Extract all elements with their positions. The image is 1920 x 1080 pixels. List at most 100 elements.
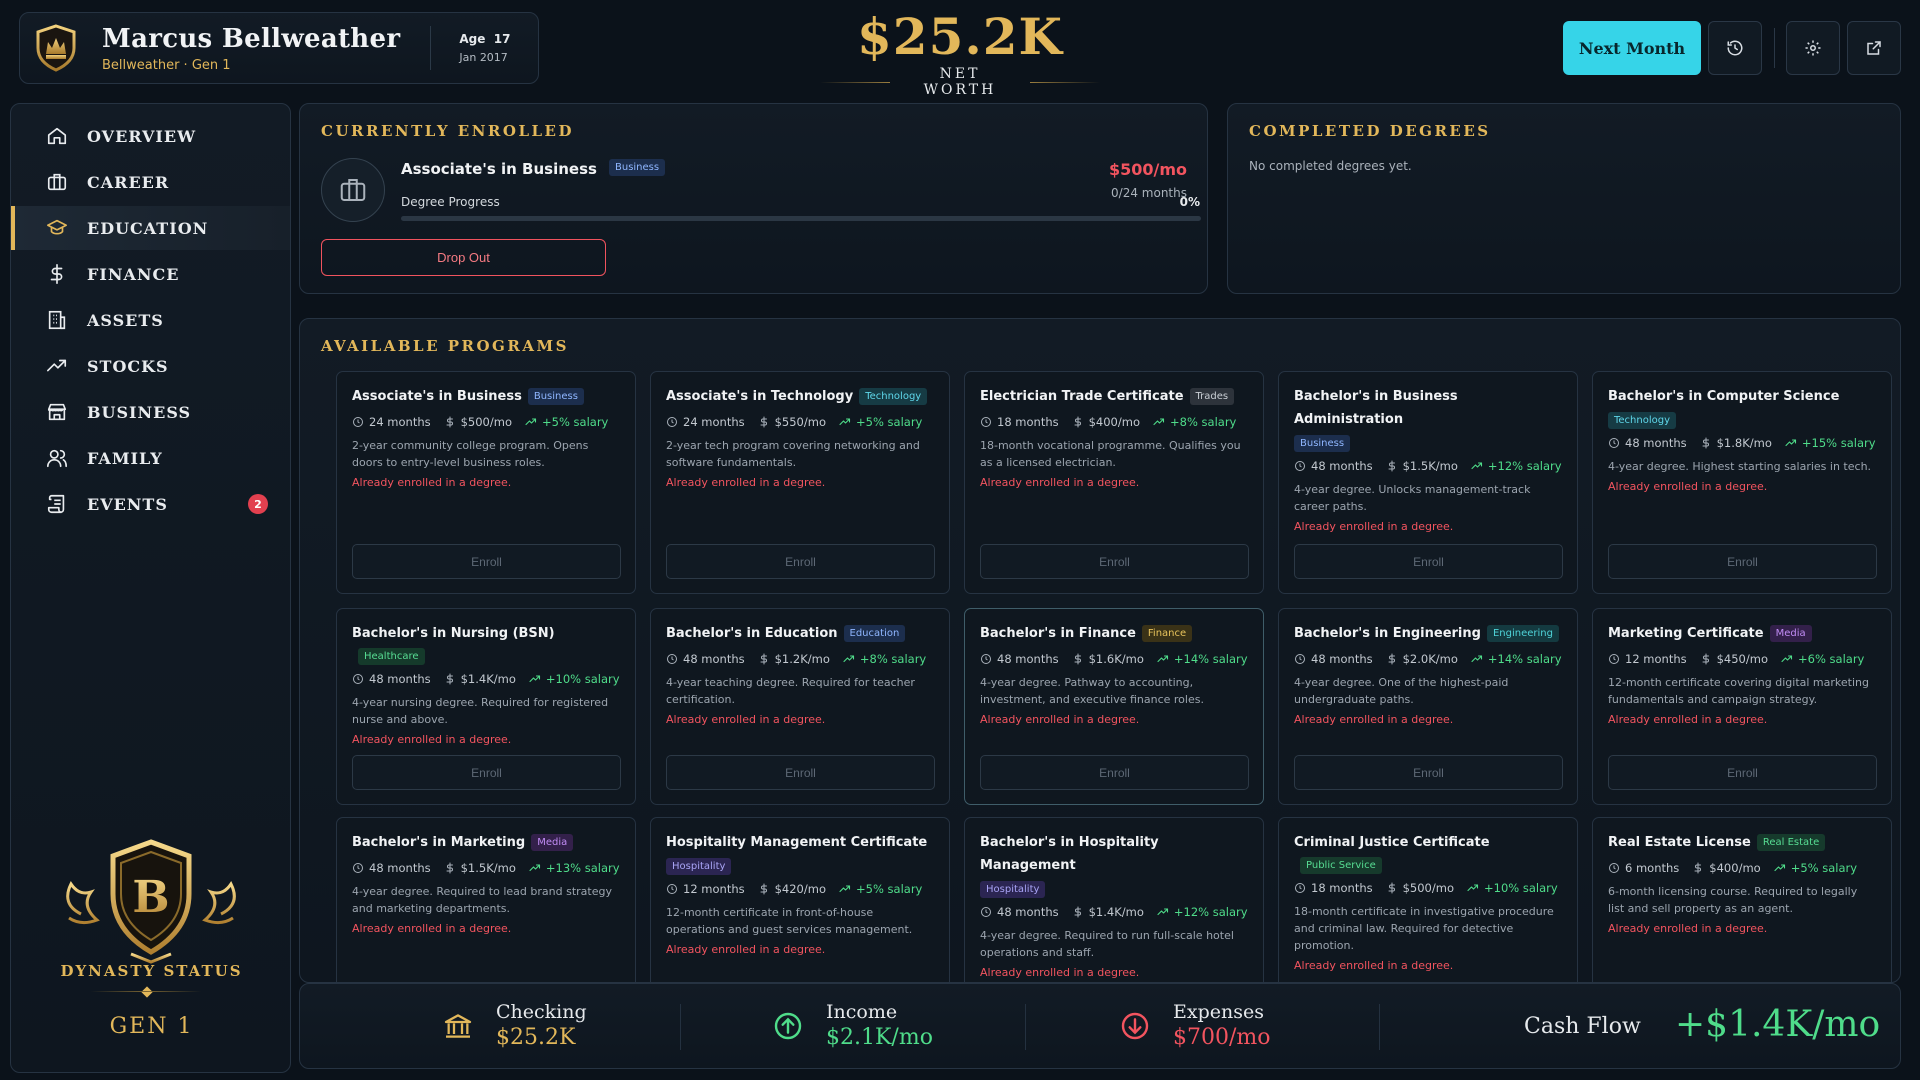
program-card: Associate's in Technology Technology 24 mo… bbox=[650, 371, 950, 594]
graduation-cap-icon bbox=[45, 216, 69, 240]
program-months: 24 months bbox=[683, 415, 745, 429]
expenses-value: $700/mo bbox=[1173, 1025, 1271, 1050]
program-header: Electrician Trade Certificate Trades bbox=[980, 385, 1248, 408]
dynasty-status-label: DYNASTY STATUS bbox=[60, 962, 243, 980]
program-duration: 12 months bbox=[666, 882, 745, 896]
external-link-button[interactable] bbox=[1847, 21, 1901, 75]
enrolled-cost: $500/mo bbox=[1108, 160, 1187, 179]
program-card: Associate's in Business Business 24 months… bbox=[336, 371, 636, 594]
program-warning: Already enrolled in a degree. bbox=[1608, 713, 1768, 726]
enroll-button[interactable]: Enroll bbox=[980, 544, 1249, 579]
footer-divider bbox=[1379, 1004, 1380, 1050]
sidebar-item-business[interactable]: BUSINESS bbox=[11, 390, 290, 434]
category-tag: Business bbox=[1294, 435, 1351, 452]
program-card: Bachelor's in Hospitality Management Hosp… bbox=[964, 817, 1264, 982]
program-header: Bachelor's in Nursing (BSN) Healthcare bbox=[352, 622, 620, 665]
program-cost: $1.5K/mo bbox=[444, 861, 516, 875]
program-header: Criminal Justice Certificate Public Servi… bbox=[1294, 831, 1562, 874]
program-description: 12-month certificate in front-of-house o… bbox=[666, 906, 913, 936]
enroll-button[interactable]: Enroll bbox=[666, 755, 935, 790]
sidebar-item-finance[interactable]: FINANCE bbox=[11, 252, 290, 296]
program-card: Real Estate License Real Estate 6 months $4… bbox=[1592, 817, 1892, 982]
program-warning: Already enrolled in a degree. bbox=[1608, 922, 1768, 935]
program-salary: +12% salary bbox=[1157, 905, 1248, 919]
program-card: Hospitality Management Certificate Hospit… bbox=[650, 817, 950, 982]
program-months: 48 months bbox=[997, 652, 1059, 666]
enroll-button[interactable]: Enroll bbox=[666, 544, 935, 579]
next-month-button[interactable]: Next Month bbox=[1563, 21, 1701, 75]
trend-up-icon bbox=[525, 418, 537, 426]
clock-icon bbox=[353, 863, 363, 873]
program-card: Bachelor's in Computer Science Technology… bbox=[1592, 371, 1892, 594]
program-months: 48 months bbox=[1311, 459, 1373, 473]
program-cost: $1.6K/mo bbox=[1072, 652, 1144, 666]
settings-button[interactable] bbox=[1786, 21, 1840, 75]
clock-icon bbox=[667, 417, 677, 427]
history-icon bbox=[1727, 40, 1743, 56]
program-cost-value: $550/mo bbox=[774, 415, 826, 429]
program-meta: 18 months $500/mo +10% salary bbox=[1294, 881, 1562, 895]
dollar-icon bbox=[446, 862, 453, 874]
program-salary-value: +13% salary bbox=[545, 861, 620, 875]
enroll-button[interactable]: Enroll bbox=[352, 544, 621, 579]
program-meta: 48 months $1.6K/mo +14% salary bbox=[980, 652, 1248, 666]
cash-flow-label: Cash Flow bbox=[1524, 1014, 1641, 1039]
enroll-button[interactable]: Enroll bbox=[352, 755, 621, 790]
category-tag: Finance bbox=[1141, 625, 1193, 642]
dollar-icon bbox=[45, 262, 69, 286]
program-salary: +5% salary bbox=[839, 415, 922, 429]
section-title: AVAILABLE PROGRAMS bbox=[321, 337, 569, 355]
arrow-down-circle-icon bbox=[1117, 1008, 1153, 1044]
clock-icon bbox=[667, 884, 677, 894]
gear-icon bbox=[1805, 40, 1821, 56]
program-cost: $1.4K/mo bbox=[444, 672, 516, 686]
program-cost: $1.2K/mo bbox=[758, 652, 830, 666]
enroll-button[interactable]: Enroll bbox=[1608, 544, 1877, 579]
sidebar-item-assets[interactable]: ASSETS bbox=[11, 298, 290, 342]
program-salary-value: +15% salary bbox=[1801, 436, 1876, 450]
category-tag: Engineering bbox=[1486, 625, 1559, 642]
enroll-button[interactable]: Enroll bbox=[1294, 755, 1563, 790]
program-header: Real Estate License Real Estate bbox=[1608, 831, 1876, 854]
clock-icon bbox=[981, 907, 991, 917]
enroll-button[interactable]: Enroll bbox=[980, 755, 1249, 790]
sidebar-item-education[interactable]: EDUCATION bbox=[11, 206, 290, 250]
program-salary-value: +8% salary bbox=[859, 652, 927, 666]
category-tag: Hospitality bbox=[980, 881, 1046, 898]
program-salary-value: +12% salary bbox=[1487, 459, 1562, 473]
category-tag: Healthcare bbox=[358, 648, 425, 665]
drop-out-button[interactable]: Drop Out bbox=[321, 239, 606, 276]
footer-divider bbox=[1025, 1004, 1026, 1050]
program-header: Hospitality Management Certificate Hospit… bbox=[666, 831, 934, 875]
footer-divider bbox=[680, 1004, 681, 1050]
checking-label: Checking bbox=[496, 1001, 587, 1023]
program-name: Hospitality Management Certificate bbox=[666, 835, 928, 850]
sidebar-item-family[interactable]: FAMILY bbox=[11, 436, 290, 480]
program-duration: 24 months bbox=[666, 415, 745, 429]
program-meta: 12 months $420/mo +5% salary bbox=[666, 882, 934, 896]
program-salary: +5% salary bbox=[1774, 861, 1857, 875]
clock-icon bbox=[1295, 654, 1305, 664]
program-cost-value: $400/mo bbox=[1709, 861, 1761, 875]
dollar-icon bbox=[1702, 653, 1709, 665]
program-name: Criminal Justice Certificate bbox=[1294, 835, 1490, 850]
dollar-icon bbox=[1694, 862, 1702, 874]
program-name: Associate's in Business bbox=[352, 389, 522, 404]
history-button[interactable] bbox=[1708, 21, 1762, 75]
enroll-button[interactable]: Enroll bbox=[1294, 544, 1563, 579]
degree-progress-bar bbox=[401, 216, 1201, 221]
enroll-button[interactable]: Enroll bbox=[1608, 755, 1877, 790]
sidebar-item-overview[interactable]: OVERVIEW bbox=[11, 114, 290, 158]
program-salary-value: +5% salary bbox=[856, 882, 923, 896]
program-cost-value: $1.4K/mo bbox=[460, 672, 516, 686]
program-card: Bachelor's in Business Administration Bus… bbox=[1278, 371, 1578, 594]
sidebar-item-label: ASSETS bbox=[87, 310, 164, 330]
trend-up-icon bbox=[1471, 462, 1482, 470]
sidebar-item-career[interactable]: CAREER bbox=[11, 160, 290, 204]
sidebar-item-stocks[interactable]: STOCKS bbox=[11, 344, 290, 388]
program-warning: Already enrolled in a degree. bbox=[1294, 713, 1454, 726]
program-salary-value: +12% salary bbox=[1173, 905, 1248, 919]
sidebar-item-events[interactable]: EVENTS 2 bbox=[11, 482, 290, 526]
program-months: 6 months bbox=[1625, 861, 1680, 875]
section-title: COMPLETED DEGREES bbox=[1249, 122, 1491, 140]
